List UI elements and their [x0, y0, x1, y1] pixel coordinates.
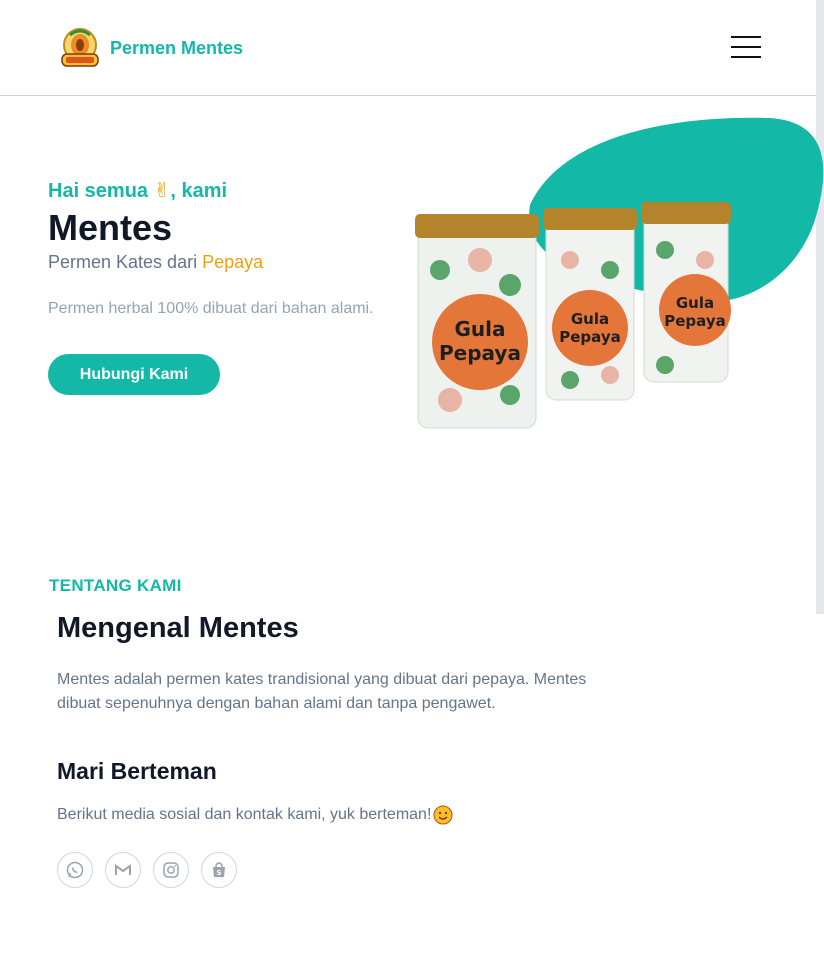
friends-text-label: Berikut media sosial dan kontak kami, yu…	[57, 806, 432, 823]
menu-toggle-button[interactable]	[726, 32, 766, 64]
jar-label-line1: Gula	[676, 294, 714, 312]
hero-subtitle: Permen Kates dari Pepaya	[48, 252, 263, 273]
hamburger-line-icon	[731, 46, 761, 48]
section-label-about: TENTANG KAMI	[49, 576, 182, 595]
hero-greeting: Hai semua ✌, kami	[48, 178, 227, 203]
brand-name: Permen Mentes	[110, 37, 244, 58]
gmail-icon[interactable]	[105, 852, 141, 888]
shopee-icon[interactable]: S	[201, 852, 237, 888]
hamburger-line-icon	[731, 56, 761, 58]
social-links: S	[57, 852, 237, 888]
brand-link[interactable]: Permen Mentes	[58, 27, 243, 69]
product-image: Gula Pepaya Gula Pepaya Gula Pepaya	[410, 110, 824, 430]
greeting-text-suffix: , kami	[170, 180, 228, 202]
hamburger-line-icon	[731, 36, 761, 38]
jar-label-line2: Pepaya	[664, 312, 725, 330]
friends-text: Berikut media sosial dan kontak kami, yu…	[57, 805, 453, 825]
about-title: Mengenal Mentes	[57, 612, 299, 644]
about-text: Mentes adalah permen kates trandisional …	[57, 671, 587, 712]
subtitle-text: Permen Kates dari	[48, 252, 203, 272]
instagram-icon[interactable]	[153, 852, 189, 888]
papaya-logo-icon	[58, 27, 102, 69]
jar-label-line1: Gula	[571, 310, 609, 328]
contact-us-button[interactable]: Hubungi Kami	[48, 354, 220, 395]
subtitle-accent: Pepaya	[202, 252, 264, 272]
whatsapp-icon[interactable]	[57, 852, 93, 888]
friends-title: Mari Berteman	[57, 758, 217, 784]
hero-title: Mentes	[48, 207, 173, 248]
greeting-text: Hai semua	[48, 180, 154, 202]
smiling-face-icon	[433, 805, 453, 825]
victory-hand-icon: ✌	[153, 180, 171, 202]
jar-label-line2: Pepaya	[439, 341, 521, 365]
jar-label-line1: Gula	[454, 317, 505, 341]
hero-description: Permen herbal 100% dibuat dari bahan ala…	[48, 300, 374, 317]
svg-text:S: S	[216, 869, 221, 877]
site-header: Permen Mentes	[0, 0, 824, 96]
jar-label-line2: Pepaya	[559, 328, 620, 346]
